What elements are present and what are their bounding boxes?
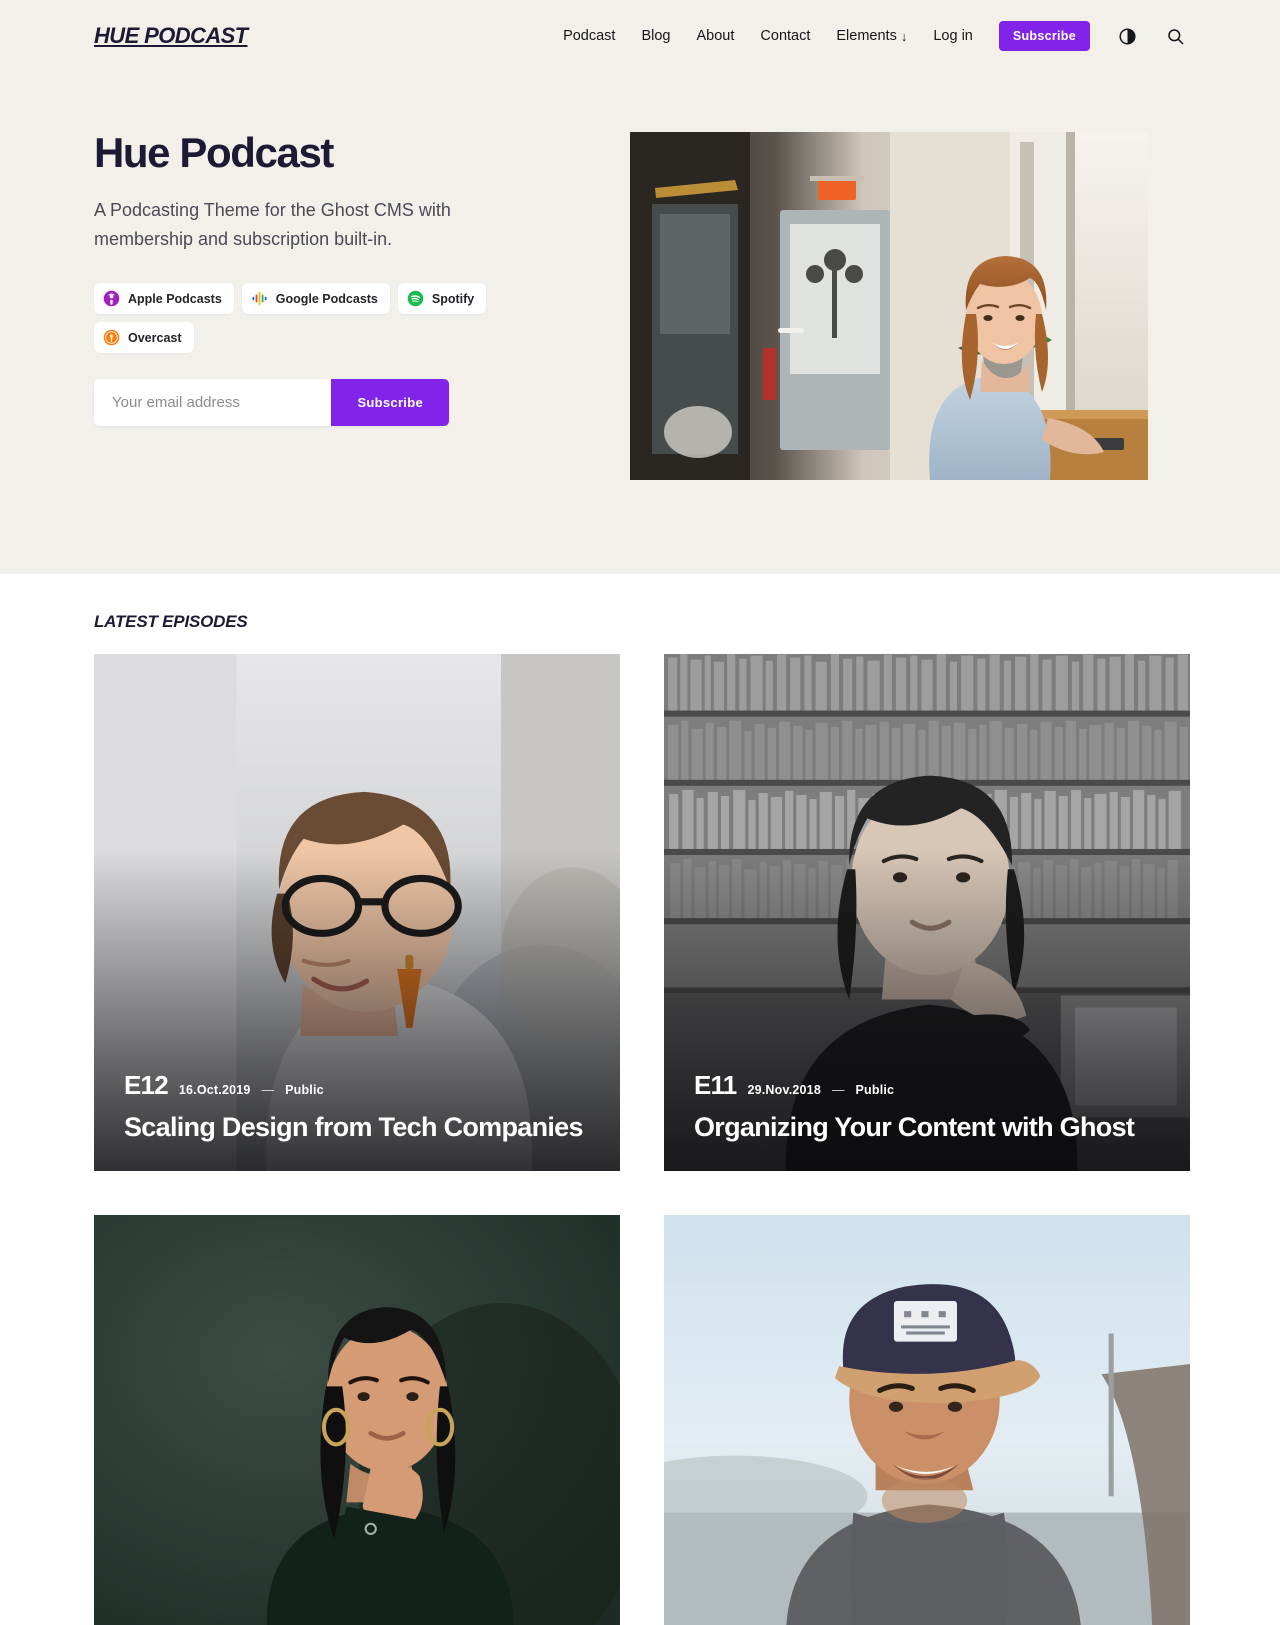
episode-meta-separator: — <box>831 1082 845 1097</box>
page-root: HUE PODCAST Podcast Blog About Contact E… <box>0 0 1280 1625</box>
episode-meta: E12 16.Oct.2019 — Public <box>124 1070 590 1101</box>
site-logo[interactable]: HUE PODCAST <box>94 23 248 49</box>
header-subscribe-button[interactable]: Subscribe <box>998 21 1090 51</box>
google-podcasts-icon <box>252 291 267 306</box>
nav-item-login[interactable]: Log in <box>933 28 973 44</box>
episode-title: Scaling Design from Tech Companies <box>124 1111 584 1142</box>
episode-card[interactable] <box>664 1215 1190 1625</box>
episode-access-badge: Public <box>285 1082 324 1097</box>
nav-item-podcast[interactable]: Podcast <box>563 28 615 44</box>
platform-apple-podcasts[interactable]: Apple Podcasts <box>94 283 234 315</box>
episode-artwork <box>664 1215 1190 1625</box>
hero-section: HUE PODCAST Podcast Blog About Contact E… <box>0 0 1280 574</box>
nav-item-about[interactable]: About <box>697 28 735 44</box>
episode-date: 29.Nov.2018 <box>747 1082 821 1097</box>
overcast-icon <box>103 329 120 346</box>
hero-text-column: Hue Podcast A Podcasting Theme for the G… <box>90 129 570 480</box>
hero-body: Hue Podcast A Podcasting Theme for the G… <box>90 72 1190 480</box>
platform-overcast[interactable]: Overcast <box>94 322 194 354</box>
hero-photo <box>630 132 1148 480</box>
episode-title: Organizing Your Content with Ghost <box>694 1111 1135 1142</box>
episode-date: 16.Oct.2019 <box>178 1082 251 1097</box>
latest-episodes-section: LATEST EPISODES E12 16.Oct.2019 — Public… <box>0 574 1280 1625</box>
site-header: HUE PODCAST Podcast Blog About Contact E… <box>90 0 1190 72</box>
subscribe-submit-button[interactable]: Subscribe <box>331 379 449 427</box>
episode-card[interactable]: E12 16.Oct.2019 — Public Scaling Design … <box>94 654 620 1171</box>
episode-number: E11 <box>694 1069 737 1100</box>
episode-card[interactable] <box>94 1215 620 1625</box>
episode-photo <box>94 1215 620 1625</box>
platform-google-podcasts-label: Google Podcasts <box>275 291 378 306</box>
episode-access-badge: Public <box>855 1082 895 1097</box>
main-navigation: Podcast Blog About Contact Elements ↓ Lo… <box>563 21 1186 51</box>
contrast-icon <box>1118 27 1136 45</box>
episode-meta: E11 29.Nov.2018 — Public <box>694 1070 1160 1101</box>
platform-google-podcasts[interactable]: Google Podcasts <box>241 283 390 315</box>
platform-apple-podcasts-label: Apple Podcasts <box>128 291 222 306</box>
dark-mode-toggle[interactable] <box>1116 25 1138 47</box>
hero-subtitle: A Podcasting Theme for the Ghost CMS wit… <box>94 200 451 249</box>
email-input[interactable] <box>94 379 332 427</box>
nav-item-blog[interactable]: Blog <box>641 28 670 44</box>
episode-grid: E12 16.Oct.2019 — Public Scaling Design … <box>90 654 1190 1625</box>
nav-item-contact[interactable]: Contact <box>760 28 810 44</box>
nav-item-elements[interactable]: Elements ↓ <box>836 28 907 44</box>
episode-artwork <box>94 1215 620 1625</box>
spotify-icon <box>407 290 424 307</box>
apple-podcasts-icon <box>103 290 120 307</box>
page-title: Hue Podcast <box>94 129 334 176</box>
episode-photo <box>664 1215 1190 1625</box>
episode-card-content: E12 16.Oct.2019 — Public Scaling Design … <box>124 1070 590 1145</box>
section-heading: LATEST EPISODES <box>94 612 248 631</box>
platform-spotify-label: Spotify <box>431 291 475 306</box>
arrow-down-icon: ↓ <box>900 28 908 44</box>
episode-card-content: E11 29.Nov.2018 — Public Organizing Your… <box>694 1070 1160 1145</box>
episode-card[interactable]: E11 29.Nov.2018 — Public Organizing Your… <box>664 654 1190 1171</box>
platform-overcast-label: Overcast <box>128 330 182 345</box>
hero-image <box>630 132 1148 480</box>
podcast-platform-list: Apple Podcasts Google Podcasts Spotify O… <box>94 283 570 354</box>
subscribe-form: Subscribe <box>94 379 449 427</box>
episode-meta-separator: — <box>261 1082 275 1097</box>
search-button[interactable] <box>1164 25 1186 47</box>
platform-spotify[interactable]: Spotify <box>397 283 487 315</box>
nav-item-elements-label: Elements <box>836 28 897 44</box>
search-icon <box>1167 28 1183 44</box>
episode-number: E12 <box>124 1069 169 1100</box>
